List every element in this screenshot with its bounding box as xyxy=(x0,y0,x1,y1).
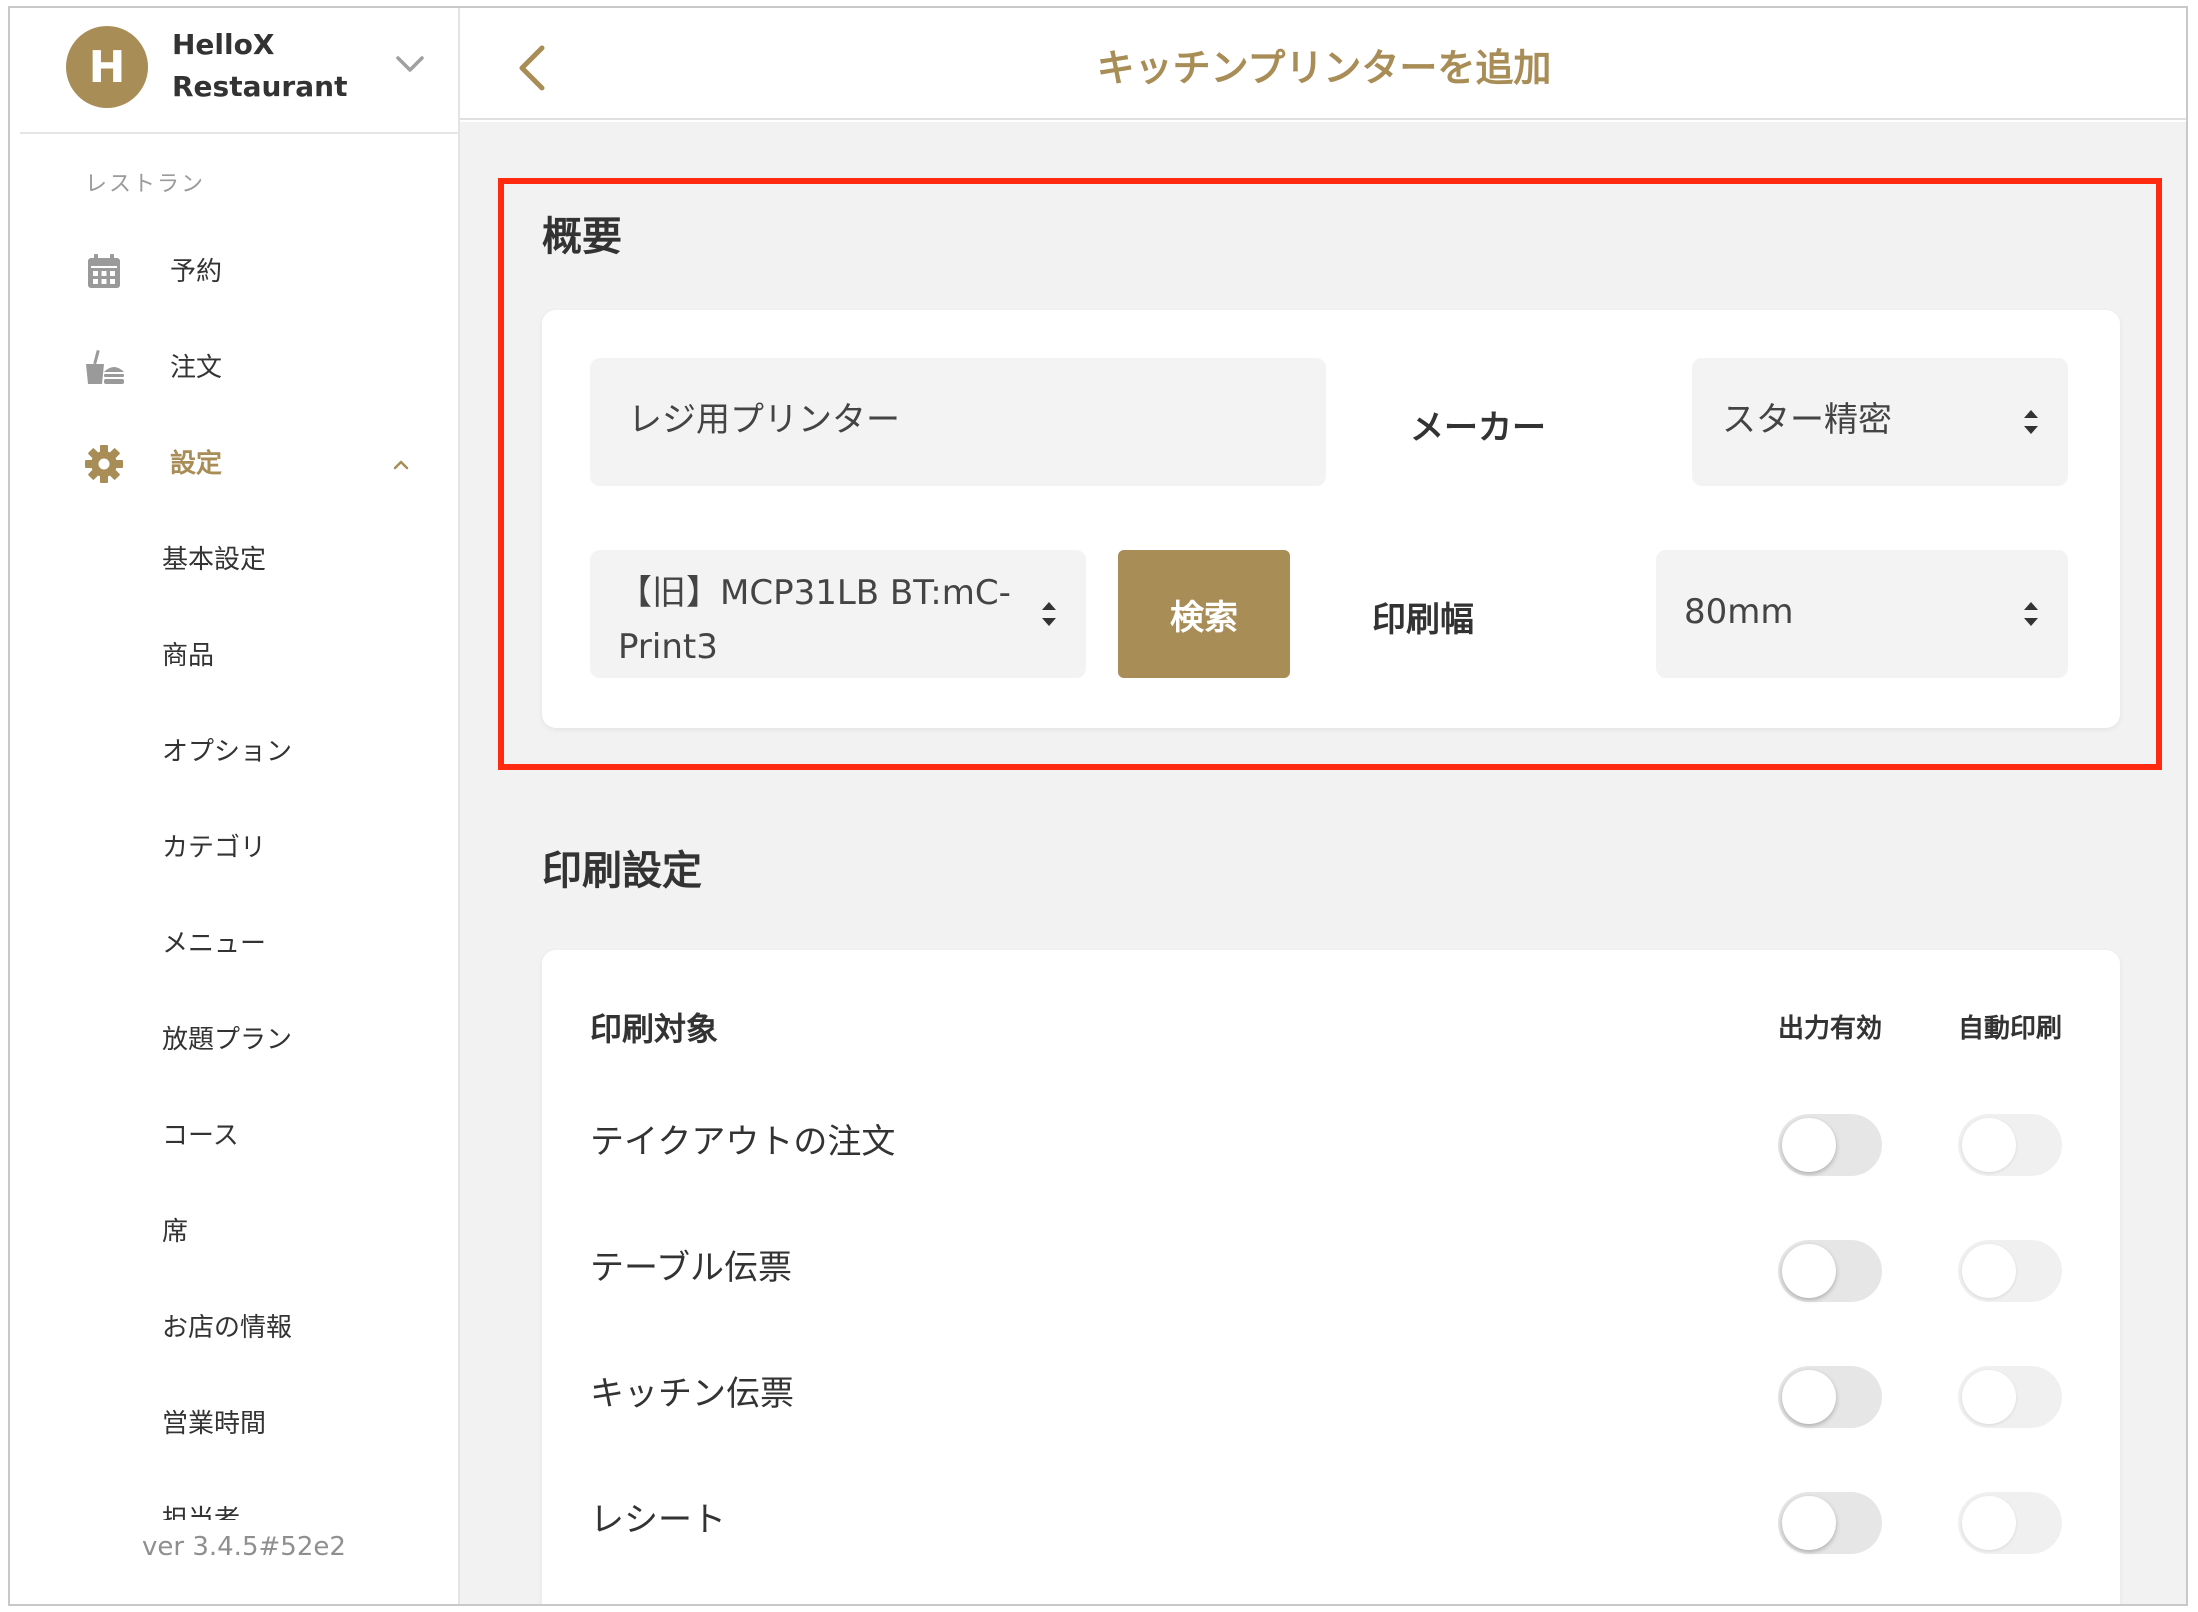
chevron-up-icon[interactable] xyxy=(386,450,416,480)
row-label: テイクアウトの注文 xyxy=(590,1122,896,1162)
gear-icon xyxy=(85,445,123,483)
restaurant-name: HelloX Restaurant xyxy=(172,24,402,108)
toggle-knob xyxy=(1962,1244,2016,1298)
toggle-knob xyxy=(1782,1118,1836,1172)
output-enabled-toggle[interactable] xyxy=(1778,1366,1882,1428)
toggle-knob xyxy=(1782,1370,1836,1424)
sidebar-subitem-menu[interactable]: メニュー xyxy=(162,926,266,962)
highlight-box xyxy=(498,178,2162,770)
toggle-knob xyxy=(1962,1370,2016,1424)
print-settings-section-title: 印刷設定 xyxy=(542,848,702,894)
sidebar-subitem-staff[interactable]: 担当者 xyxy=(162,1502,240,1520)
auto-print-toggle[interactable] xyxy=(1958,1114,2062,1176)
auto-print-toggle[interactable] xyxy=(1958,1492,2062,1554)
sidebar-subitem-business-hours[interactable]: 営業時間 xyxy=(162,1406,266,1442)
restaurant-switcher[interactable]: H HelloX Restaurant xyxy=(20,8,458,134)
sidebar-subitem-basic-settings[interactable]: 基本設定 xyxy=(162,542,266,578)
toggle-knob xyxy=(1962,1496,2016,1550)
sidebar-subitem-options[interactable]: オプション xyxy=(162,734,292,770)
version-label: ver 3.4.5#52e2 xyxy=(142,1532,346,1562)
sidebar-subitem-store-info[interactable]: お店の情報 xyxy=(162,1310,292,1346)
app-window: H HelloX Restaurant レストラン 予約 注文 設定 基本設定 … xyxy=(8,6,2188,1606)
page-title: キッチンプリンターを追加 xyxy=(1096,46,1552,90)
restaurant-name-line1: HelloX xyxy=(172,28,275,61)
calendar-icon xyxy=(88,254,120,288)
toggle-knob xyxy=(1782,1496,1836,1550)
sidebar-item-label: 予約 xyxy=(170,257,223,287)
row-label: キッチン伝票 xyxy=(590,1374,794,1414)
sidebar-subitem-courses[interactable]: コース xyxy=(162,1118,239,1154)
sidebar-item-label: 注文 xyxy=(170,353,223,383)
restaurant-name-line2: Restaurant xyxy=(172,70,348,103)
output-enabled-toggle[interactable] xyxy=(1778,1114,1882,1176)
chevron-down-icon[interactable] xyxy=(392,46,428,82)
output-enabled-toggle[interactable] xyxy=(1778,1240,1882,1302)
section-label-restaurant: レストラン xyxy=(85,172,206,197)
back-arrow-icon[interactable] xyxy=(510,42,554,94)
row-label: レシート xyxy=(590,1500,726,1540)
output-enabled-toggle[interactable] xyxy=(1778,1492,1882,1554)
sidebar-item-orders[interactable]: 注文 xyxy=(10,338,458,398)
auto-print-toggle[interactable] xyxy=(1958,1240,2062,1302)
food-icon xyxy=(86,349,124,384)
page-header: キッチンプリンターを追加 xyxy=(460,8,2186,120)
sidebar-subitem-seats[interactable]: 席 xyxy=(162,1214,188,1250)
output-enabled-header: 出力有効 xyxy=(1778,1014,1883,1044)
toggle-knob xyxy=(1782,1244,1836,1298)
avatar: H xyxy=(66,26,148,108)
sidebar-subitem-categories[interactable]: カテゴリ xyxy=(162,830,266,866)
print-target-header: 印刷対象 xyxy=(590,1010,719,1048)
sidebar: H HelloX Restaurant レストラン 予約 注文 設定 基本設定 … xyxy=(10,8,460,1604)
sidebar-subitem-products[interactable]: 商品 xyxy=(162,638,214,674)
row-label: テーブル伝票 xyxy=(590,1248,792,1288)
sidebar-item-reservations[interactable]: 予約 xyxy=(10,242,458,302)
sidebar-subitem-all-you-can-plans[interactable]: 放題プラン xyxy=(162,1022,292,1058)
sidebar-item-settings[interactable]: 設定 xyxy=(10,434,458,494)
toggle-knob xyxy=(1962,1118,2016,1172)
sidebar-item-label: 設定 xyxy=(170,449,223,479)
auto-print-header: 自動印刷 xyxy=(1958,1014,2063,1044)
print-settings-card: 印刷対象 出力有効 自動印刷 テイクアウトの注文 テーブル伝票 キッチン伝票 レ… xyxy=(542,950,2120,1604)
auto-print-toggle[interactable] xyxy=(1958,1366,2062,1428)
